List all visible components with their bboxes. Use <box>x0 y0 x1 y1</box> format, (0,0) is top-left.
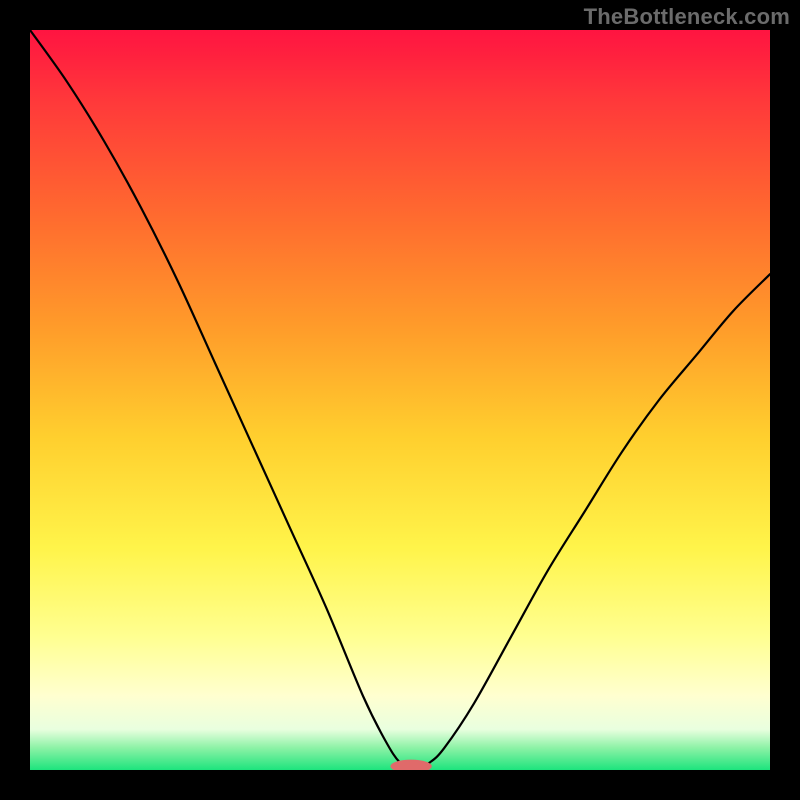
bottleneck-chart-svg <box>30 30 770 770</box>
watermark-label: TheBottleneck.com <box>584 4 790 30</box>
plot-area <box>30 30 770 770</box>
chart-frame: TheBottleneck.com <box>0 0 800 800</box>
